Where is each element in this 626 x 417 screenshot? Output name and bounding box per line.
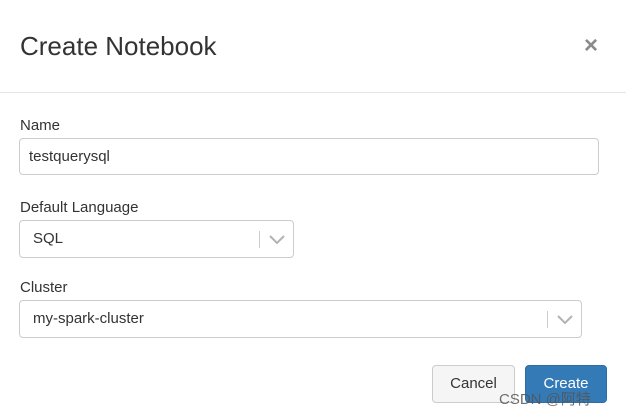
default-language-label: Default Language: [20, 199, 139, 216]
chevron-down-icon[interactable]: [556, 312, 574, 326]
close-icon[interactable]: ×: [584, 34, 598, 58]
select-separator: [547, 311, 548, 328]
name-input[interactable]: [19, 138, 599, 175]
create-notebook-dialog: Create Notebook × Name Default Language …: [0, 0, 626, 417]
cancel-button[interactable]: Cancel: [432, 365, 515, 403]
create-button[interactable]: Create: [525, 365, 607, 403]
cluster-label: Cluster: [20, 279, 68, 296]
cluster-value: my-spark-cluster: [33, 310, 144, 327]
select-separator: [259, 231, 260, 248]
cluster-select[interactable]: my-spark-cluster: [19, 300, 582, 338]
chevron-down-icon[interactable]: [268, 232, 286, 246]
name-label: Name: [20, 117, 61, 134]
dialog-title: Create Notebook: [20, 31, 217, 61]
default-language-value: SQL: [33, 230, 64, 247]
default-language-select[interactable]: SQL: [19, 220, 294, 258]
dialog-header: Create Notebook ×: [0, 0, 626, 93]
